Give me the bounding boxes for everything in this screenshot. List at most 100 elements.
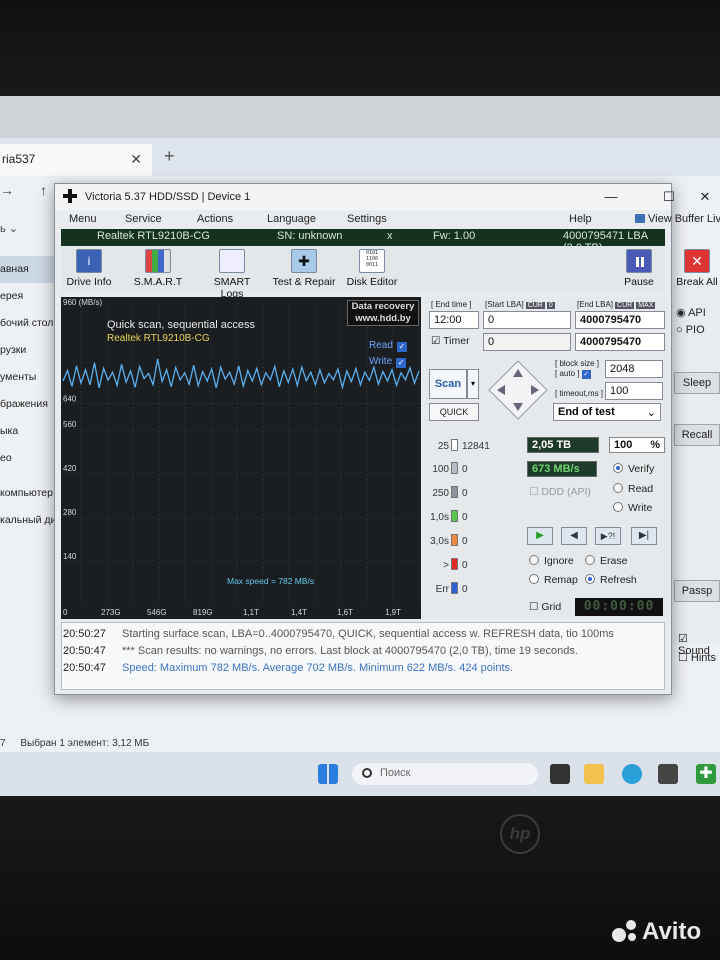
end-lba-field-2[interactable]: 4000795470 <box>575 333 665 351</box>
new-tab-icon[interactable]: + <box>164 146 175 167</box>
sidebar-item[interactable]: бочий стол <box>0 310 60 337</box>
taskbar-search[interactable]: Поиск <box>352 763 538 785</box>
start-windows-icon[interactable] <box>318 764 338 784</box>
dropdown-chevron-icon[interactable]: ь ⌄ <box>0 223 18 235</box>
edge-browser-icon[interactable] <box>622 764 642 784</box>
play-icon[interactable]: ▶ <box>527 527 553 545</box>
close-icon[interactable]: ✕ <box>691 187 719 207</box>
block-size-select[interactable]: 2048 <box>605 360 663 378</box>
sidebar-item[interactable]: ументы <box>0 364 60 391</box>
sidebar-item[interactable]: компьютер <box>0 480 60 507</box>
y-tick-label: 140 <box>63 552 77 561</box>
read-checkbox[interactable]: Read ✓ <box>369 340 407 352</box>
smart-logs-button[interactable]: SMART Logs <box>201 249 263 300</box>
read-label: Read <box>369 340 393 351</box>
start-lba-field[interactable]: 0 <box>483 311 571 329</box>
victoria-taskbar-icon[interactable]: ✚ <box>696 764 716 784</box>
view-buffer-toggle[interactable]: View Buffer Live <box>635 213 720 225</box>
sidebar-item[interactable]: кальный ди <box>0 507 60 534</box>
ddd-api-checkbox[interactable]: ☐ DDD (API) <box>529 486 591 498</box>
menu-bar: Menu Service Actions Language Settings H… <box>55 210 720 228</box>
x-tick-label: 546G <box>147 608 167 617</box>
recall-button[interactable]: Recall <box>674 424 720 446</box>
menu-language[interactable]: Language <box>267 213 316 225</box>
refresh-radio[interactable]: Refresh <box>585 574 637 586</box>
step-back-icon[interactable]: ◀ <box>561 527 587 545</box>
end-lba-field[interactable]: 4000795470 <box>575 311 665 329</box>
menu-actions[interactable]: Actions <box>197 213 233 225</box>
block-latency-label: Err <box>435 584 449 595</box>
end-time-field[interactable]: 12:00 <box>429 311 479 329</box>
break-all-button[interactable]: ✕ Break All <box>673 249 720 288</box>
max-tag-button[interactable]: MAX <box>636 302 656 309</box>
log-message: Starting surface scan, LBA=0..4000795470… <box>122 628 614 640</box>
erase-radio[interactable]: Erase <box>585 555 627 567</box>
sidebar-item[interactable]: ыка <box>0 418 60 445</box>
hints-checkbox[interactable]: ☐ Hints <box>678 651 716 664</box>
explorer-tab[interactable]: ria537 ✕ <box>0 144 152 176</box>
auto-checkbox[interactable]: ✓ <box>581 370 591 379</box>
read-radio[interactable]: Read <box>613 483 653 495</box>
recovery-line2: www.hdd.by <box>355 313 411 324</box>
data-recovery-ad[interactable]: Data recovery www.hdd.by <box>347 300 419 326</box>
cur-tag-button[interactable]: CUR <box>615 302 635 309</box>
sidebar-item[interactable]: рузки <box>0 337 60 364</box>
menu-settings[interactable]: Settings <box>347 213 387 225</box>
info-icon: i <box>76 249 102 273</box>
maximize-icon[interactable]: ☐ <box>655 187 683 207</box>
selection-status: Выбран 1 элемент: 3,12 МБ <box>20 738 150 749</box>
pause-button[interactable]: Pause <box>619 249 659 288</box>
block-color-swatch <box>451 462 458 474</box>
scan-dropdown-icon[interactable]: ▾ <box>467 369 479 399</box>
skip-end-icon[interactable]: ▶| <box>631 527 657 545</box>
close-tab-icon[interactable]: ✕ <box>130 151 142 168</box>
unknown-step-icon[interactable]: ▶?! <box>595 527 621 545</box>
sidebar-item[interactable]: ерея <box>0 283 60 310</box>
sidebar-item[interactable]: бражения <box>0 391 60 418</box>
close-device-icon[interactable]: x <box>387 230 393 242</box>
pio-label: PIO <box>685 324 705 336</box>
store-icon[interactable] <box>658 764 678 784</box>
task-view-icon[interactable] <box>550 764 570 784</box>
sidebar-item[interactable]: ео <box>0 445 60 472</box>
forward-arrow-icon[interactable]: → <box>0 182 14 198</box>
smart-button[interactable]: S.M.A.R.T <box>131 249 185 288</box>
scan-button[interactable]: Scan <box>429 369 467 399</box>
binary-editor-icon: 0101 1100 0011 <box>359 249 385 273</box>
block-color-swatch <box>451 534 458 546</box>
end-of-test-select[interactable]: End of test ⌄ <box>553 403 661 421</box>
remap-radio[interactable]: Remap <box>529 574 578 586</box>
passp-button[interactable]: Passp <box>674 580 720 602</box>
checkmark-icon: ✓ <box>396 358 407 368</box>
cur-tag-button[interactable]: CUR <box>525 302 545 309</box>
sidebar-item[interactable]: авная <box>0 256 60 283</box>
timer-field[interactable]: 0 <box>483 333 571 351</box>
file-explorer-icon[interactable] <box>584 764 604 784</box>
direction-pad[interactable] <box>487 359 549 421</box>
up-arrow-icon[interactable]: ↑ <box>40 182 47 198</box>
smart-label: S.M.A.R.T <box>133 276 183 288</box>
drive-info-button[interactable]: i Drive Info <box>65 249 113 288</box>
write-checkbox[interactable]: Write ✓ <box>369 356 407 368</box>
ignore-radio[interactable]: Ignore <box>529 555 574 567</box>
device-model: Realtek RTL9210B-CG <box>97 230 210 242</box>
menu-help[interactable]: Help <box>569 213 592 225</box>
timer-checkbox[interactable]: ☑ Timer <box>431 335 470 347</box>
minimize-icon[interactable]: — <box>597 187 625 207</box>
quick-button[interactable]: QUICK <box>429 403 479 421</box>
menu-service[interactable]: Service <box>125 213 162 225</box>
menu-menu[interactable]: Menu <box>69 213 97 225</box>
pio-radio[interactable]: ○ PIO <box>676 324 705 336</box>
test-repair-button[interactable]: ✚ Test & Repair <box>269 249 339 288</box>
sleep-button[interactable]: Sleep <box>674 372 720 394</box>
event-log: 20:50:27 Starting surface scan, LBA=0..4… <box>61 622 665 690</box>
verify-radio[interactable]: Verify <box>613 463 654 475</box>
api-radio[interactable]: ◉ API <box>676 306 706 319</box>
erase-label: Erase <box>600 555 628 567</box>
grid-checkbox[interactable]: ☐ Grid <box>529 601 561 613</box>
disk-editor-button[interactable]: 0101 1100 0011 Disk Editor <box>345 249 399 288</box>
timeout-select[interactable]: 100 <box>605 382 663 400</box>
write-radio[interactable]: Write <box>613 502 652 514</box>
graph-subtitle: Realtek RTL9210B-CG <box>107 333 210 344</box>
zero-tag-button[interactable]: 0 <box>546 302 555 309</box>
